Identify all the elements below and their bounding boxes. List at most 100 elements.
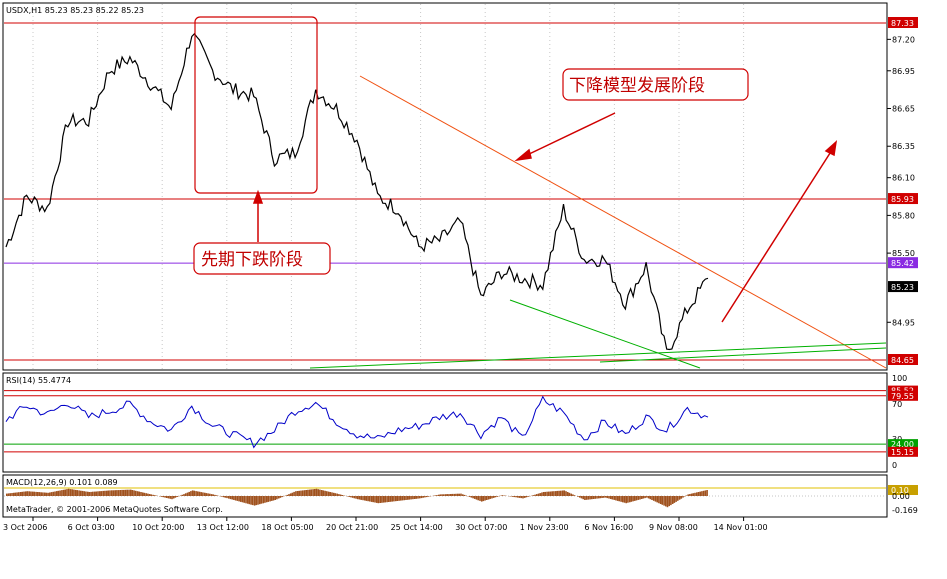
macd-bar	[692, 493, 695, 496]
macd-bar	[486, 496, 488, 500]
macd-bar	[28, 491, 30, 496]
macd-bar	[265, 496, 268, 503]
macd-bar	[326, 491, 328, 496]
macd-bar	[203, 492, 206, 496]
descent-label: 下降模型发展阶段	[569, 76, 705, 96]
macd-bar	[129, 489, 132, 496]
macd-bar	[604, 496, 607, 498]
macd-bar	[19, 492, 22, 496]
macd-bar	[599, 496, 602, 499]
macd-bar	[492, 496, 495, 498]
macd-bar	[104, 490, 106, 496]
macd-bar	[293, 491, 295, 496]
macd-bar	[21, 491, 24, 496]
macd-bar	[74, 489, 77, 496]
macd-bar	[369, 496, 371, 502]
macd-bar	[670, 496, 672, 506]
macd-bar	[656, 496, 658, 503]
macd-bar	[193, 490, 196, 496]
macd-bar	[250, 496, 252, 505]
macd-bar	[55, 491, 58, 496]
macd-bar	[439, 494, 442, 496]
macd-bar	[584, 496, 586, 500]
time-tick-label: 13 Oct 12:00	[197, 523, 249, 532]
macd-bar	[372, 496, 375, 503]
macd-bar	[47, 492, 49, 496]
macd-bar	[675, 496, 677, 502]
macd-bar	[272, 496, 275, 501]
macd-bar	[295, 491, 297, 496]
macd-bar	[355, 496, 357, 499]
macd-bar	[587, 496, 590, 500]
price-tag-label: 85.23	[891, 283, 914, 292]
macd-bar	[436, 495, 438, 496]
macd-bar	[658, 496, 660, 504]
macd-bar	[577, 496, 579, 497]
macd-bar	[582, 496, 584, 500]
macd-tick-label: -0.169	[892, 506, 918, 515]
copyright-text: MetaTrader, © 2001-2006 MetaQuotes Softw…	[6, 505, 223, 514]
macd-bar	[14, 492, 17, 496]
macd-bar	[154, 495, 156, 496]
macd-bar	[706, 490, 708, 496]
macd-bar	[644, 496, 646, 499]
macd-bar	[470, 496, 473, 498]
macd-bar	[441, 494, 443, 496]
macd-bar	[33, 491, 36, 496]
macd-bar	[518, 496, 521, 498]
macd-bar	[548, 491, 550, 496]
macd-bar	[501, 495, 504, 496]
macd-bar	[618, 496, 621, 502]
macd-bar	[179, 495, 182, 496]
macd-bar	[54, 491, 56, 496]
macd-bar	[682, 496, 684, 498]
macd-bar	[696, 492, 698, 496]
macd-bar	[92, 491, 94, 496]
macd-bar	[9, 493, 11, 496]
macd-bar	[699, 491, 701, 496]
macd-bar	[458, 493, 461, 496]
macd-bar	[167, 496, 170, 499]
macd-bar	[277, 496, 280, 499]
macd-bar	[694, 492, 696, 496]
macd-bar	[642, 496, 645, 499]
macd-bar	[513, 496, 516, 498]
macd-bar	[666, 496, 669, 508]
macd-bar	[678, 496, 681, 500]
macd-bar	[160, 496, 163, 497]
time-tick-label: 18 Oct 05:00	[261, 523, 313, 532]
macd-bar	[317, 489, 319, 496]
price-tag-label: 85.93	[891, 195, 914, 204]
macd-bar	[623, 496, 626, 503]
price-tag-label: 87.33	[891, 19, 914, 28]
macd-bar	[152, 494, 154, 496]
macd-bar	[448, 494, 450, 496]
macd-bar	[360, 496, 362, 500]
macd-bar	[701, 491, 703, 496]
macd-bar	[522, 496, 524, 499]
macd-bar	[541, 492, 543, 496]
macd-bar	[253, 496, 256, 506]
macd-bar	[338, 494, 340, 496]
macd-bar	[443, 494, 445, 496]
macd-bar	[169, 496, 172, 499]
macd-bar	[109, 490, 111, 496]
macd-bar	[592, 496, 595, 499]
macd-bar	[515, 496, 517, 498]
macd-bar	[128, 489, 130, 496]
macd-bar	[594, 496, 596, 499]
macd-bar	[188, 491, 190, 496]
macd-bar	[119, 490, 122, 496]
macd-bar	[320, 490, 323, 496]
macd-bar	[289, 493, 292, 496]
macd-bar	[475, 496, 478, 500]
macd-bar	[523, 496, 526, 498]
macd-bar	[539, 493, 541, 496]
macd-bar	[608, 496, 610, 499]
macd-bar	[671, 496, 674, 504]
macd-bar	[451, 493, 454, 496]
macd-bar	[661, 496, 664, 505]
macd-bar	[601, 496, 603, 498]
time-tick-label: 6 Nov 16:00	[584, 523, 633, 532]
macd-bar	[37, 492, 39, 496]
